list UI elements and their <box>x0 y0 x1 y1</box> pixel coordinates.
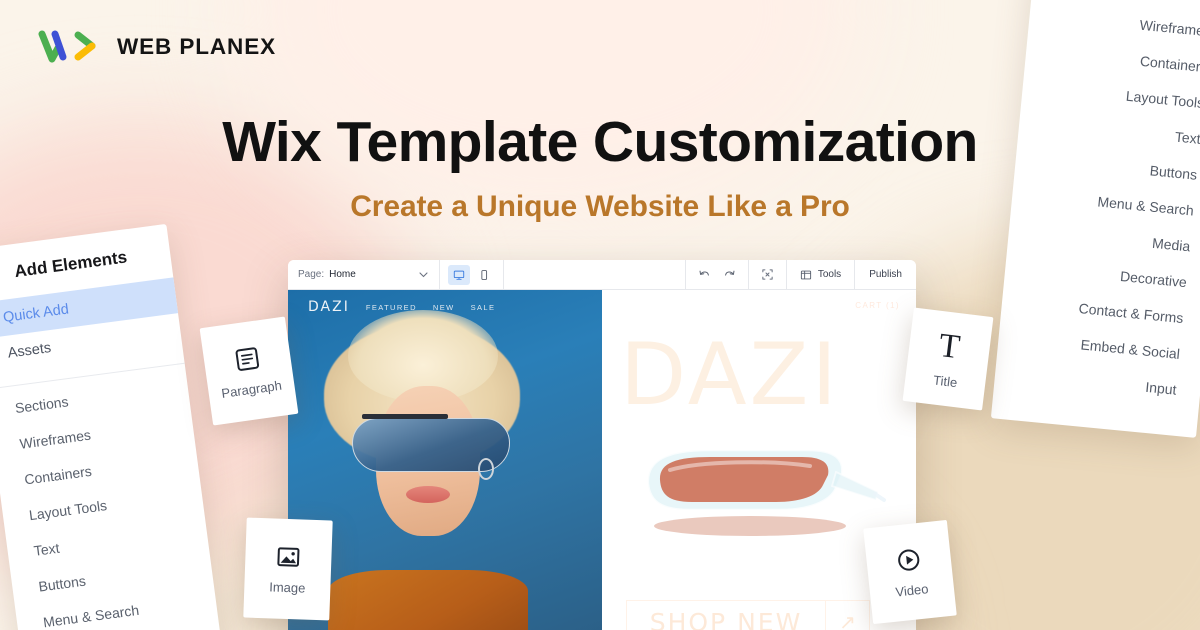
site-hero-left: DAZI FEATURED NEW SALE <box>288 290 602 630</box>
page-selector[interactable]: Page: Home <box>288 260 440 289</box>
model-earring <box>478 458 494 480</box>
element-card-paragraph[interactable]: Paragraph <box>199 316 299 426</box>
add-elements-panel[interactable]: Add Elements Quick Add Assets Sections W… <box>0 223 223 630</box>
editor-toolbar: Page: Home Tools Publish <box>288 260 916 290</box>
element-card-paragraph-label: Paragraph <box>220 377 283 401</box>
wix-editor-window: Page: Home Tools Publish DAZI FEATURED N… <box>288 260 916 630</box>
webplanex-w-chevron-logo-icon <box>38 30 96 63</box>
nav-link-sale[interactable]: SALE <box>471 303 496 312</box>
history-controls <box>684 260 748 289</box>
paragraph-icon <box>235 346 259 371</box>
publish-label: Publish <box>869 269 902 280</box>
model-lips <box>406 486 450 503</box>
desktop-icon <box>453 270 465 280</box>
redo-icon[interactable] <box>723 268 736 281</box>
zoom-out-control[interactable] <box>747 260 786 289</box>
product-sunglasses-image <box>646 448 886 536</box>
video-play-icon <box>898 548 920 571</box>
site-logo[interactable]: DAZI <box>308 299 350 315</box>
element-card-video[interactable]: Video <box>863 519 957 625</box>
undo-icon[interactable] <box>698 268 711 281</box>
mobile-view-button[interactable] <box>473 265 495 285</box>
layout-panel-icon <box>800 270 811 279</box>
nav-link-featured[interactable]: FEATURED <box>366 303 417 312</box>
nav-link-new[interactable]: NEW <box>433 303 455 312</box>
chevron-down-icon <box>419 272 428 278</box>
publish-button[interactable]: Publish <box>854 260 916 289</box>
shop-new-label: SHOP NEW <box>649 607 803 630</box>
element-card-image-label: Image <box>269 578 306 596</box>
arrow-up-right-icon: ↗ <box>825 601 869 630</box>
zoom-out-icon <box>762 269 773 280</box>
model-jacket <box>328 570 528 630</box>
page-subtitle: Create a Unique Website Like a Pro <box>350 190 850 223</box>
site-navbar: DAZI FEATURED NEW SALE <box>288 290 602 324</box>
viewport-switcher[interactable] <box>440 260 504 289</box>
element-card-title-label: Title <box>932 371 959 390</box>
model-photo <box>288 290 602 630</box>
page-selector-value: Home <box>329 269 356 280</box>
site-hero-brand: DAZI <box>620 325 840 425</box>
tools-label: Tools <box>817 269 842 280</box>
poster-canvas: WEB PLANEX Wix Template Customization Cr… <box>0 0 1200 630</box>
desktop-view-button[interactable] <box>448 264 470 285</box>
site-canvas: DAZI FEATURED NEW SALE CART (1) DAZI SHO… <box>288 290 916 630</box>
model-sunglasses-bridge <box>362 414 448 419</box>
element-card-image[interactable]: Image <box>243 517 333 621</box>
tools-button[interactable]: Tools <box>785 260 854 289</box>
element-card-title[interactable]: T Title <box>902 307 994 411</box>
title-text-icon: T <box>937 326 963 366</box>
image-icon <box>277 546 300 567</box>
page-selector-label: Page: <box>298 269 325 280</box>
element-card-video-label: Video <box>894 580 930 600</box>
page-title: Wix Template Customization <box>222 110 978 174</box>
brand-name: WEB PLANEX <box>117 34 277 59</box>
cart-button[interactable]: CART (1) <box>855 301 900 310</box>
mobile-icon <box>481 269 488 280</box>
brand-logo[interactable]: WEB PLANEX <box>38 27 276 67</box>
shop-new-button[interactable]: SHOP NEW ↗ <box>626 600 870 630</box>
